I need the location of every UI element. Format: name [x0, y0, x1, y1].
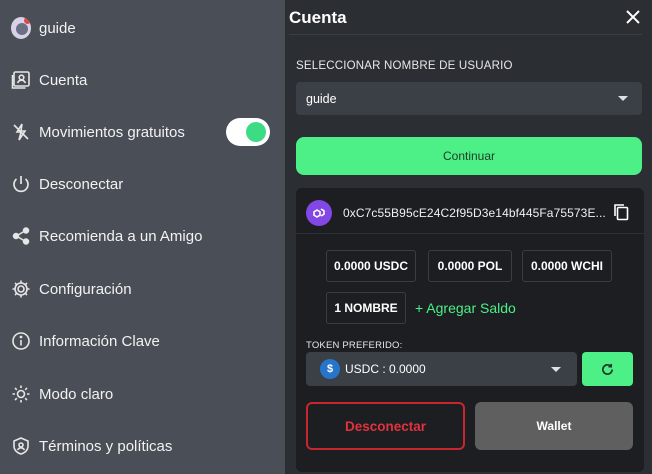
sidebar-item-label: guide	[39, 19, 76, 37]
preferred-token-value: USDC : 0.0000	[345, 362, 426, 376]
wallet-card: 0xC7c55B95cE24C2f95D3e14bf445Fa75573E...…	[296, 188, 644, 472]
preferred-token-select[interactable]: $ USDC : 0.0000	[306, 352, 577, 386]
sidebar-item-light-mode[interactable]: Modo claro	[0, 368, 285, 420]
username-label: SELECCIONAR NOMBRE DE USUARIO	[296, 60, 513, 72]
avatar-icon	[11, 17, 31, 39]
refresh-icon	[602, 363, 613, 375]
sidebar-item-label: Recomienda a un Amigo	[39, 227, 203, 245]
wallet-address: 0xC7c55B95cE24C2f95D3e14bf445Fa75573E...	[343, 206, 605, 220]
sidebar-item-label: Términos y políticas	[39, 437, 173, 455]
share-icon	[11, 226, 31, 246]
shield-icon	[11, 436, 31, 456]
info-icon	[11, 331, 31, 351]
sidebar-item-settings[interactable]: Configuración	[0, 263, 285, 315]
close-icon[interactable]	[624, 8, 642, 26]
gas-off-icon	[11, 122, 31, 142]
power-icon	[11, 174, 31, 194]
usdc-icon: $	[320, 359, 340, 379]
sidebar-item-disconnect[interactable]: Desconectar	[0, 158, 285, 210]
sidebar-item-label: Modo claro	[39, 385, 114, 403]
gear-icon	[11, 279, 31, 299]
sidebar-item-profile[interactable]: guide	[0, 2, 285, 54]
add-funds-link[interactable]: + Agregar Saldo	[415, 300, 516, 316]
balance-usdc: 0.0000 USDC	[326, 250, 416, 282]
disconnect-button[interactable]: Desconectar	[306, 402, 465, 450]
account-panel: Cuenta SELECCIONAR NOMBRE DE USUARIO gui…	[285, 0, 652, 474]
sidebar-item-label: Configuración	[39, 280, 132, 298]
copy-icon[interactable]	[612, 203, 630, 221]
username-select[interactable]: guide	[296, 82, 642, 115]
sidebar-item-label: Desconectar	[39, 175, 124, 193]
panel-title: Cuenta	[289, 8, 347, 27]
balance-wchi: 0.0000 WCHI	[522, 250, 612, 282]
sidebar-item-label: Cuenta	[39, 71, 88, 89]
sidebar-item-label: Movimientos gratuitos	[39, 123, 185, 141]
wallet-button[interactable]: Wallet	[475, 402, 633, 450]
balance-pol: 0.0000 POL	[428, 250, 512, 282]
sidebar-item-terms[interactable]: Términos y políticas	[0, 420, 285, 472]
sidebar-item-account[interactable]: Cuenta	[0, 54, 285, 106]
address-row: 0xC7c55B95cE24C2f95D3e14bf445Fa75573E...	[296, 188, 644, 234]
account-icon	[11, 70, 31, 90]
divider	[289, 34, 642, 35]
chevron-down-icon	[618, 96, 628, 101]
sidebar-item-refer[interactable]: Recomienda a un Amigo	[0, 210, 285, 262]
preferred-token-label: TOKEN PREFERIDO:	[306, 340, 403, 351]
continue-button[interactable]: Continuar	[296, 137, 642, 175]
chevron-down-icon	[551, 367, 561, 372]
polygon-icon	[306, 200, 332, 226]
balance-names: 1 NOMBRE	[326, 292, 406, 324]
notification-dot	[24, 17, 31, 24]
sidebar-item-key-info[interactable]: Información Clave	[0, 315, 285, 367]
refresh-button[interactable]	[582, 352, 633, 386]
sidebar-item-label: Información Clave	[39, 332, 160, 350]
toggle-knob	[246, 122, 266, 142]
sun-icon	[11, 384, 31, 404]
username-value: guide	[306, 91, 337, 106]
free-moves-toggle[interactable]	[226, 118, 270, 146]
sidebar: guide Cuenta Movimientos gratuitos Desco…	[0, 0, 285, 474]
